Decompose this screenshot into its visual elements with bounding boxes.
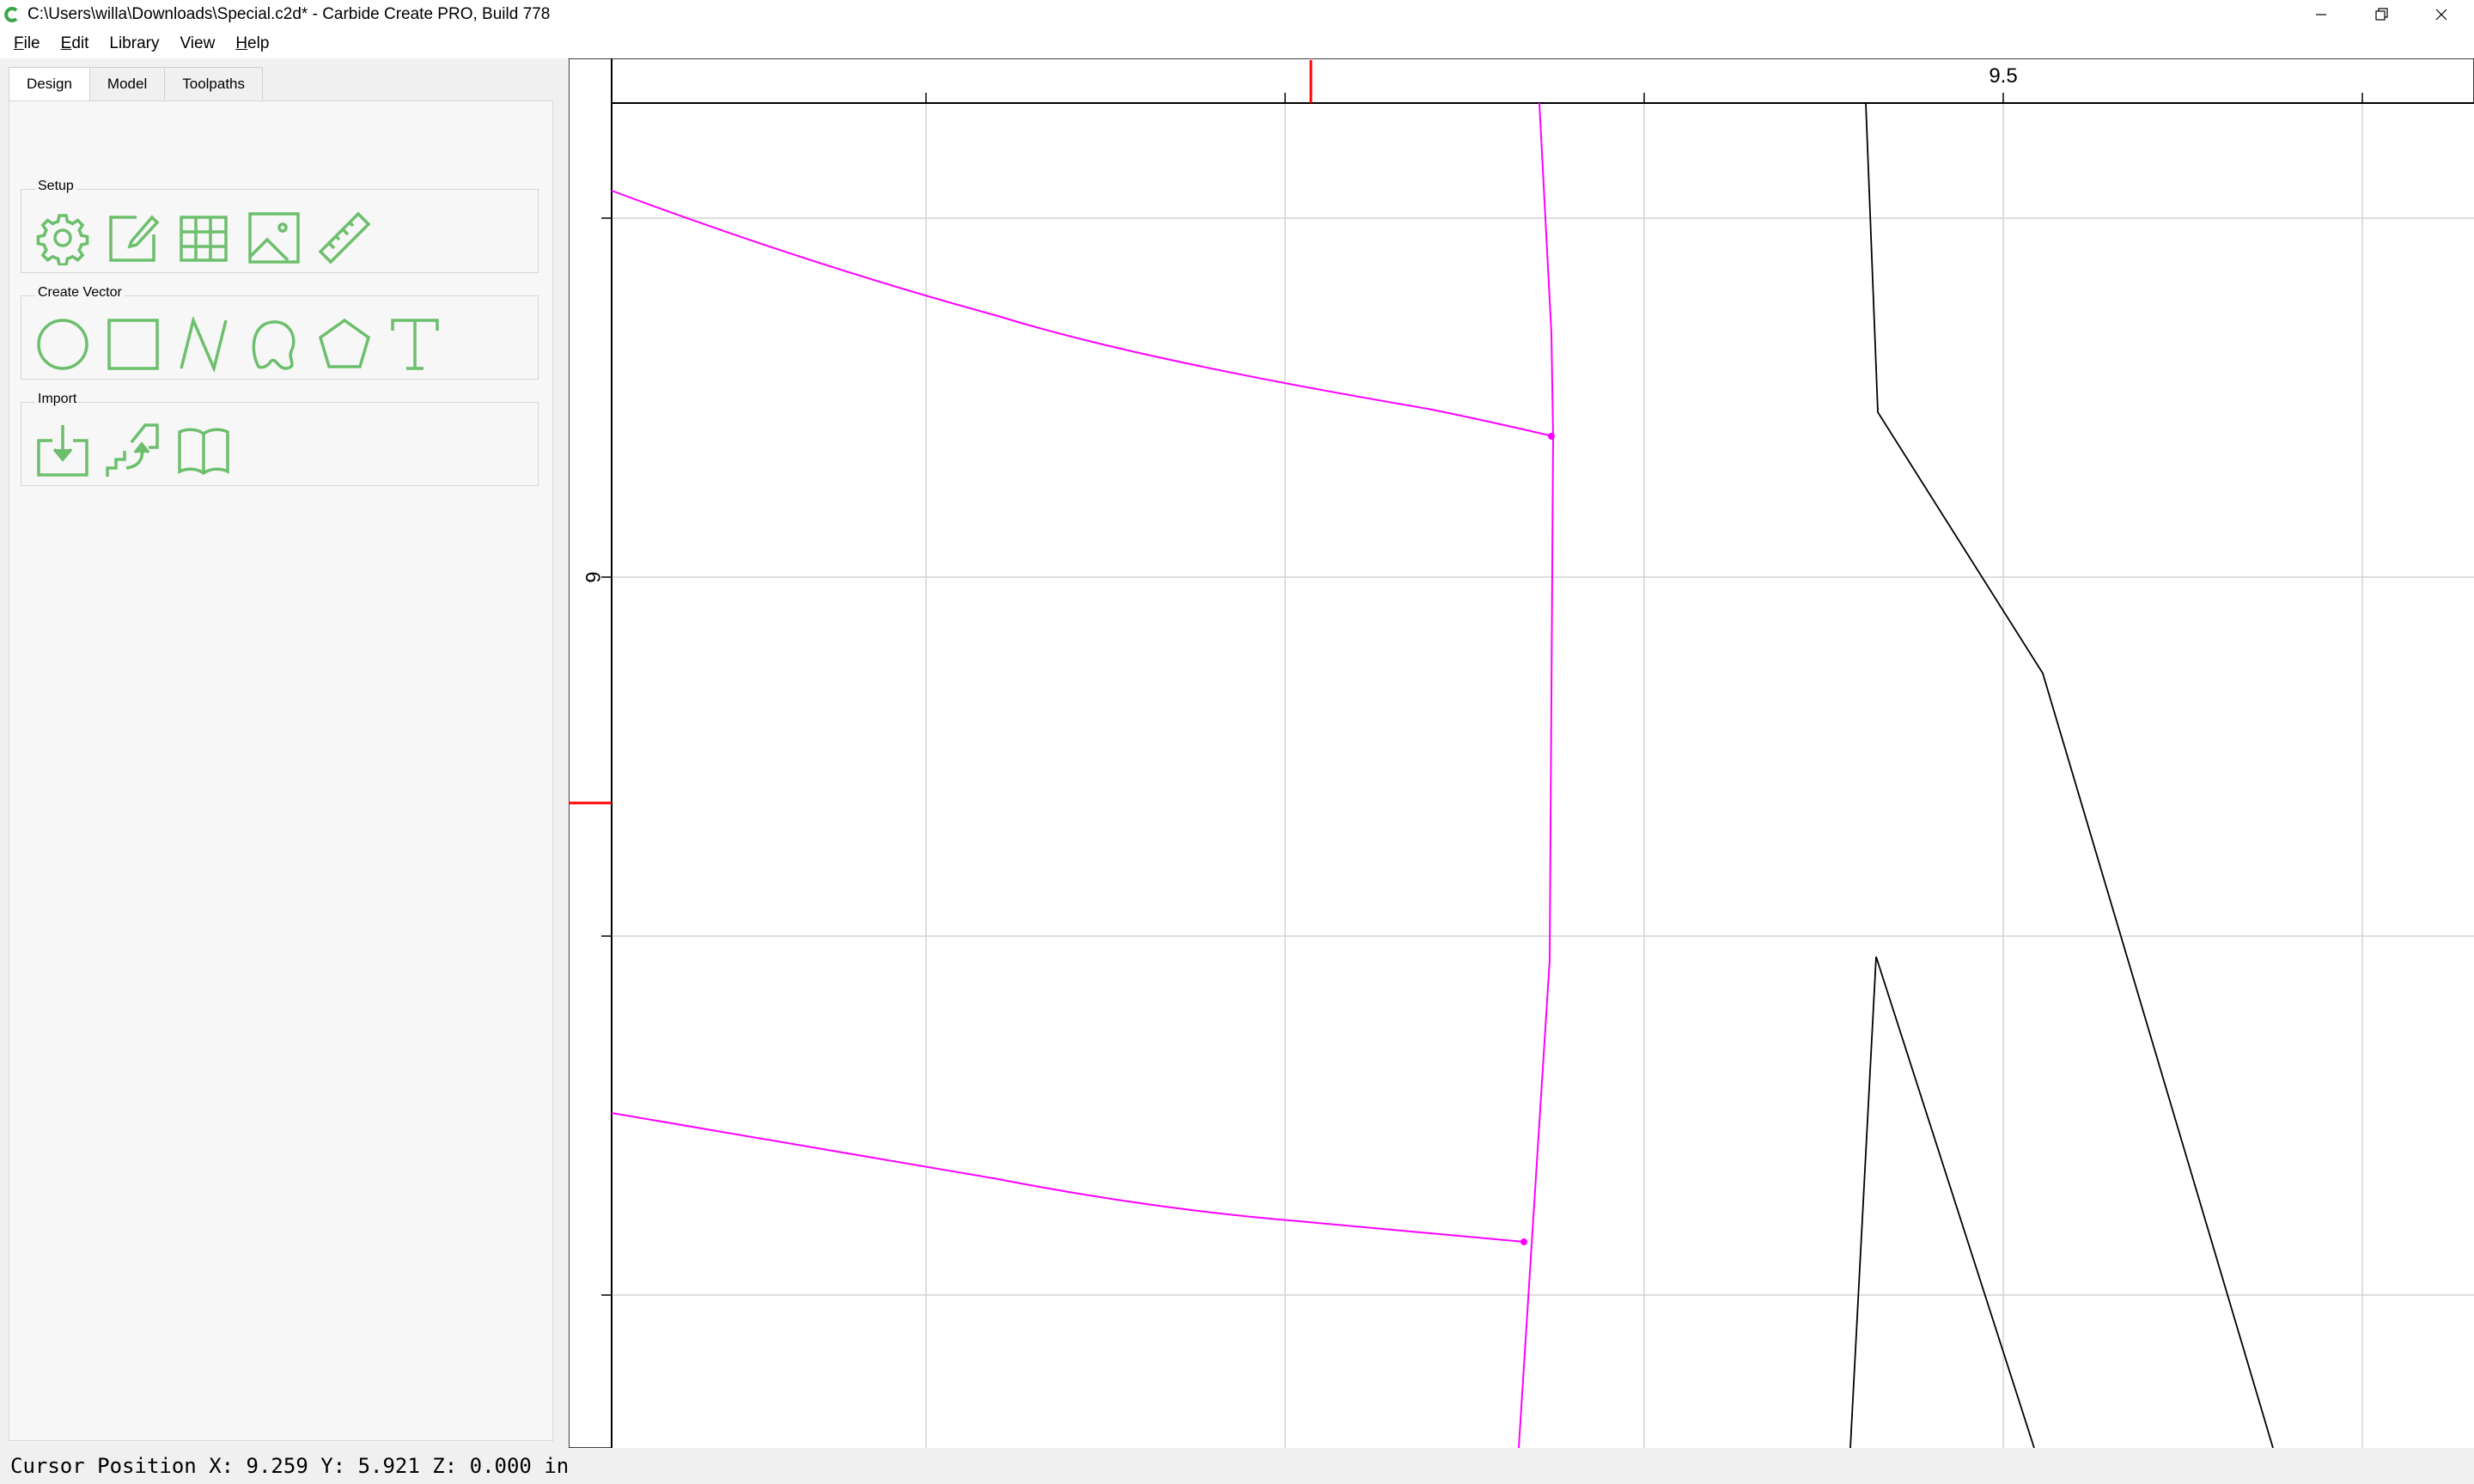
status-bar: Cursor Position X: 9.259 Y: 5.921 Z: 0.0… xyxy=(0,1448,2474,1484)
ruler-y-label: 6 xyxy=(581,571,604,582)
window-title: C:\Users\willa\Downloads\Special.c2d* - … xyxy=(27,5,551,23)
menu-help-label: elp xyxy=(247,34,270,52)
menu-edit[interactable]: Edit xyxy=(51,31,100,57)
vector-node[interactable] xyxy=(1520,1238,1527,1245)
vectors[interactable] xyxy=(1849,102,2274,1448)
menu-file-mnemonic: F xyxy=(14,34,24,52)
draw-circle-button[interactable] xyxy=(34,315,92,374)
import-group: Import xyxy=(21,392,539,486)
menu-edit-mnemonic: E xyxy=(60,34,72,52)
import-vectors-button[interactable] xyxy=(34,422,92,480)
image-button[interactable] xyxy=(245,209,303,267)
import-vectors-icon xyxy=(37,425,88,477)
tab-design[interactable]: Design xyxy=(9,67,90,101)
menu-library[interactable]: Library xyxy=(99,31,169,57)
design-canvas[interactable]: 9.5 6 xyxy=(569,58,2474,1448)
selected-vectors[interactable] xyxy=(611,102,1555,1448)
carbide-c-icon xyxy=(3,6,21,23)
ruler-icon xyxy=(318,211,371,265)
selected-vector-vertical[interactable] xyxy=(1518,102,1555,1448)
title-bar: C:\Users\willa\Downloads\Special.c2d* - … xyxy=(0,0,2474,29)
tab-bar: Design Model Toolpaths xyxy=(9,67,264,101)
menu-edit-label: dit xyxy=(71,34,89,52)
restore-icon xyxy=(2375,8,2388,21)
draw-polyline-button[interactable] xyxy=(174,315,233,374)
menu-file[interactable]: File xyxy=(3,31,51,57)
tab-model[interactable]: Model xyxy=(88,67,166,100)
create-vector-group: Create Vector xyxy=(21,285,539,380)
job-setup-button[interactable] xyxy=(34,209,92,267)
image-icon xyxy=(248,212,300,264)
left-panel: Design Model Toolpaths Setup Create Vect… xyxy=(9,67,553,1441)
minimize-icon xyxy=(2316,14,2326,15)
measure-button[interactable] xyxy=(315,209,374,267)
gear-icon xyxy=(36,214,89,265)
edit-document-icon xyxy=(109,215,160,262)
grid-button[interactable] xyxy=(174,209,233,267)
edit-document-button[interactable] xyxy=(104,209,162,267)
minimize-button[interactable] xyxy=(2292,0,2350,29)
canvas-drawing[interactable]: 9.5 6 xyxy=(569,58,2474,1448)
close-icon xyxy=(2435,9,2447,21)
menu-help-mnemonic: H xyxy=(235,34,248,52)
vector-outline-peak[interactable] xyxy=(1849,956,2035,1448)
draw-curve-button[interactable] xyxy=(245,315,303,374)
draw-rectangle-button[interactable] xyxy=(104,315,162,374)
circle-icon xyxy=(37,319,88,370)
import-group-title: Import xyxy=(35,392,80,407)
grid-icon xyxy=(180,216,228,262)
text-icon xyxy=(391,319,439,370)
import-image-button[interactable] xyxy=(104,422,162,480)
vector-node[interactable] xyxy=(1548,433,1555,440)
close-button[interactable] xyxy=(2412,0,2471,29)
left-ruler: 6 xyxy=(569,58,612,1448)
polyline-icon xyxy=(180,317,228,372)
menu-view[interactable]: View xyxy=(169,31,225,57)
draw-polygon-button[interactable] xyxy=(315,315,374,374)
library-button[interactable] xyxy=(174,422,233,480)
restore-button[interactable] xyxy=(2352,0,2410,29)
library-book-icon xyxy=(178,428,229,476)
setup-group: Setup xyxy=(21,179,539,273)
draw-text-button[interactable] xyxy=(386,315,444,374)
selected-vector-upper[interactable] xyxy=(611,190,1554,437)
setup-group-title: Setup xyxy=(35,179,76,194)
polygon-icon xyxy=(318,318,371,368)
design-pane: Setup Create Vector Import xyxy=(9,100,553,1441)
rectangle-icon xyxy=(107,319,159,370)
tab-toolpaths[interactable]: Toolpaths xyxy=(164,67,264,100)
curve-icon xyxy=(252,320,296,370)
menu-file-label: ile xyxy=(23,34,40,52)
import-image-icon xyxy=(106,423,159,477)
menu-help[interactable]: Help xyxy=(225,31,279,57)
vector-outline-right[interactable] xyxy=(1865,102,2274,1448)
menu-bar: File Edit Library View Help xyxy=(0,29,2474,58)
create-vector-group-title: Create Vector xyxy=(35,285,125,301)
cursor-position-readout: Cursor Position X: 9.259 Y: 5.921 Z: 0.0… xyxy=(10,1454,570,1478)
selected-vector-lower[interactable] xyxy=(611,1112,1525,1243)
top-ruler: 9.5 xyxy=(569,58,2474,104)
ruler-x-label: 9.5 xyxy=(1989,64,2017,88)
canvas-grid xyxy=(612,103,2474,1448)
